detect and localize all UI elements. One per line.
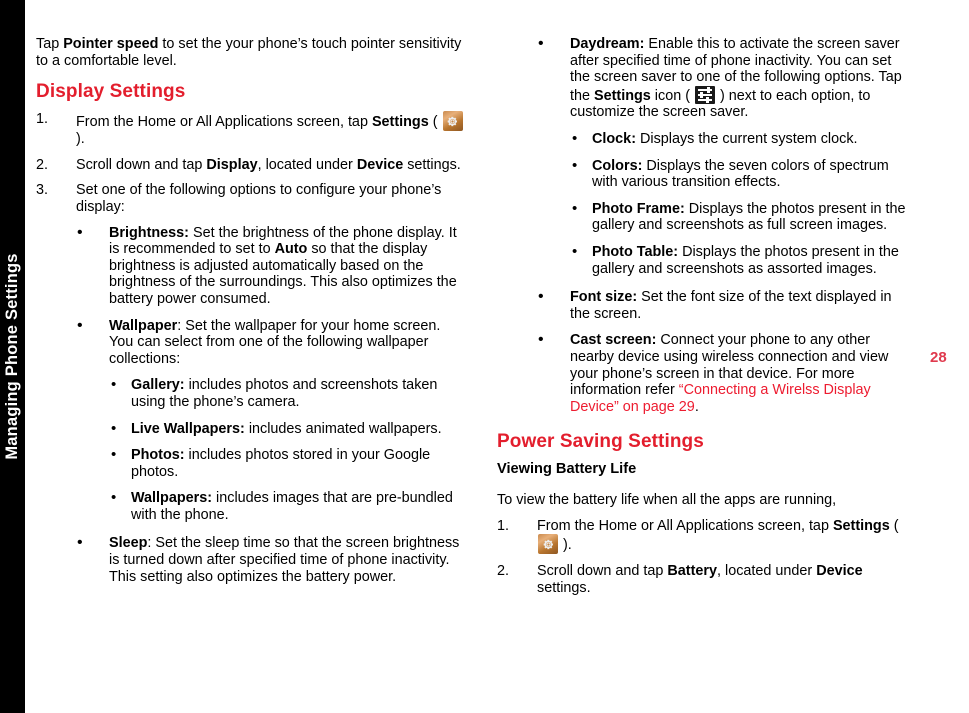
sub-bullet-live-wallpapers: • Live Wallpapers: includes animated wall… — [109, 419, 464, 438]
bullet-dot-icon: • — [538, 331, 544, 349]
left-text-column: Tap Pointer speed to set the your phone’… — [36, 36, 464, 595]
step-bold-settings: Settings — [832, 517, 890, 534]
sub-bullet-colors: • Colors: Displays the seven colors of sp… — [570, 156, 913, 191]
step-text-end: settings. — [537, 580, 591, 597]
bullet-daydream: • Daydream: Enable this to activate the s… — [497, 35, 913, 277]
bullet-text-b: icon ( — [650, 87, 694, 104]
intro-bold-term: Pointer speed — [63, 36, 159, 52]
sub-bullet-photo-frame: • Photo Frame: Displays the photos presen… — [570, 199, 913, 234]
bullet-dot-icon: • — [77, 316, 83, 334]
intro-text-before: Tap — [36, 36, 64, 52]
bullet-term-cast-screen: Cast screen: — [570, 332, 657, 349]
bullet-dot-icon: • — [572, 199, 578, 217]
wallpaper-collection-bullets: • Gallery: includes photos and screenshot… — [109, 376, 464, 523]
sub-bullet-photos: • Photos: includes photos stored in your … — [109, 446, 464, 480]
step-text: Set one of the following options to conf… — [76, 182, 442, 215]
bullet-sleep: • Sleep: Set the sleep time so that the s… — [36, 534, 464, 585]
step-number: 2. — [36, 156, 49, 173]
bullet-text-b: . — [694, 398, 699, 415]
sub-bullet-term: Wallpapers: — [131, 490, 213, 507]
sub-bullet-text: includes animated wallpapers. — [244, 420, 442, 437]
section-heading-power-saving-settings: Power Saving Settings — [497, 431, 704, 453]
step-item-1: 1. From the Home or All Applications scre… — [497, 518, 913, 555]
bullet-dot-icon: • — [572, 129, 578, 147]
sub-bullet-photo-table: • Photo Table: Displays the photos presen… — [570, 242, 913, 277]
bullet-dot-icon: • — [111, 419, 117, 437]
sub-bullet-wallpapers: • Wallpapers: includes images that are pr… — [109, 489, 464, 523]
bullet-bold-settings: Settings — [594, 87, 651, 104]
bullet-brightness: • Brightness: Set the brightness of the p… — [36, 223, 464, 308]
bullet-dot-icon: • — [77, 534, 83, 552]
display-settings-steps: 1. From the Home or All Applications scre… — [36, 111, 464, 215]
step-text-mid: , located under — [717, 563, 817, 580]
battery-intro-paragraph: To view the battery life when all the ap… — [497, 492, 837, 509]
bullet-dot-icon: • — [538, 288, 544, 306]
bullet-cast-screen: • Cast screen: Connect your phone to any … — [497, 331, 913, 415]
sub-bullet-clock: • Clock: Displays the current system cloc… — [570, 129, 913, 148]
step-text-paren-close: ). — [559, 537, 572, 554]
bullet-dot-icon: • — [572, 156, 578, 174]
bullet-term-sleep: Sleep — [109, 535, 148, 552]
bullet-dot-icon: • — [111, 376, 117, 394]
bullet-font-size: • Font size: Set the font size of the tex… — [497, 288, 913, 322]
sub-bullet-term: Photo Table: — [592, 243, 679, 260]
sub-bullet-text: Displays the current system clock. — [635, 130, 858, 147]
step-item-2: 2. Scroll down and tap Battery, located u… — [497, 563, 913, 596]
document-page: 28 Tap Pointer speed to set the your pho… — [0, 0, 969, 713]
sub-bullet-term: Gallery: — [131, 377, 185, 394]
bullet-term-brightness: Brightness: — [109, 224, 189, 241]
bullet-dot-icon: • — [77, 223, 83, 241]
sub-bullet-term: Clock: — [592, 130, 636, 147]
step-text: Scroll down and tap — [76, 156, 207, 173]
step-number: 1. — [497, 517, 510, 534]
bullet-dot-icon: • — [111, 446, 117, 464]
bullet-text-a: : Set the sleep time so that the screen … — [109, 535, 460, 585]
sub-bullet-gallery: • Gallery: includes photos and screenshot… — [109, 376, 464, 410]
step-number: 1. — [36, 111, 49, 128]
step-item-3: 3. Set one of the following options to co… — [36, 182, 464, 215]
step-bold-device: Device — [816, 563, 863, 580]
bullet-dot-icon: • — [538, 35, 544, 52]
section-heading-display-settings: Display Settings — [36, 81, 186, 103]
right-text-column: • Daydream: Enable this to activate the s… — [497, 35, 913, 606]
daydream-option-bullets: • Clock: Displays the current system cloc… — [570, 129, 913, 277]
step-text: Scroll down and tap — [537, 563, 668, 580]
intro-paragraph: Tap Pointer speed to set the your phone’… — [36, 36, 464, 69]
step-item-2: 2. Scroll down and tap Display, located u… — [36, 157, 464, 174]
step-number: 2. — [497, 563, 510, 580]
sub-heading-viewing-battery-life: Viewing Battery Life — [497, 461, 637, 478]
sub-bullet-term: Colors: — [592, 157, 643, 174]
step-text-paren-open: ( — [428, 114, 442, 131]
bullet-bold-auto: Auto — [274, 241, 308, 258]
settings-gear-icon — [442, 111, 463, 132]
bullet-wallpaper: • Wallpaper: Set the wallpaper for your h… — [36, 316, 464, 524]
step-text-end: settings. — [403, 156, 461, 173]
step-text: From the Home or All Applications screen… — [76, 114, 372, 131]
display-options-bullets: • Brightness: Set the brightness of the p… — [36, 223, 464, 586]
bullet-term-wallpaper: Wallpaper — [109, 317, 178, 334]
step-item-1: 1. From the Home or All Applications scre… — [36, 111, 464, 148]
step-bold-battery: Battery — [667, 563, 717, 580]
bullet-term-daydream: Daydream: — [570, 36, 645, 52]
step-bold-settings: Settings — [371, 114, 429, 131]
battery-life-steps: 1. From the Home or All Applications scre… — [497, 518, 913, 597]
step-bold-display: Display — [206, 156, 258, 173]
bullet-term-font-size: Font size: — [570, 289, 638, 306]
step-text-paren-close: ). — [76, 131, 85, 148]
step-bold-device: Device — [356, 156, 404, 173]
settings-gear-icon — [538, 534, 558, 555]
daydream-bullet-list: • Daydream: Enable this to activate the s… — [497, 35, 913, 415]
sliders-settings-icon — [694, 85, 715, 104]
step-text-mid: , located under — [257, 156, 357, 173]
bullet-dot-icon: • — [572, 242, 578, 260]
sub-bullet-term: Live Wallpapers: — [131, 420, 245, 437]
step-number: 3. — [36, 182, 49, 199]
sub-bullet-term: Photo Frame: — [592, 200, 685, 217]
step-text: From the Home or All Applications screen… — [537, 517, 833, 534]
sub-bullet-term: Photos: — [131, 447, 185, 464]
step-text-paren-open: ( — [889, 517, 899, 534]
bullet-dot-icon: • — [111, 489, 117, 507]
page-number: 28 — [930, 349, 947, 366]
